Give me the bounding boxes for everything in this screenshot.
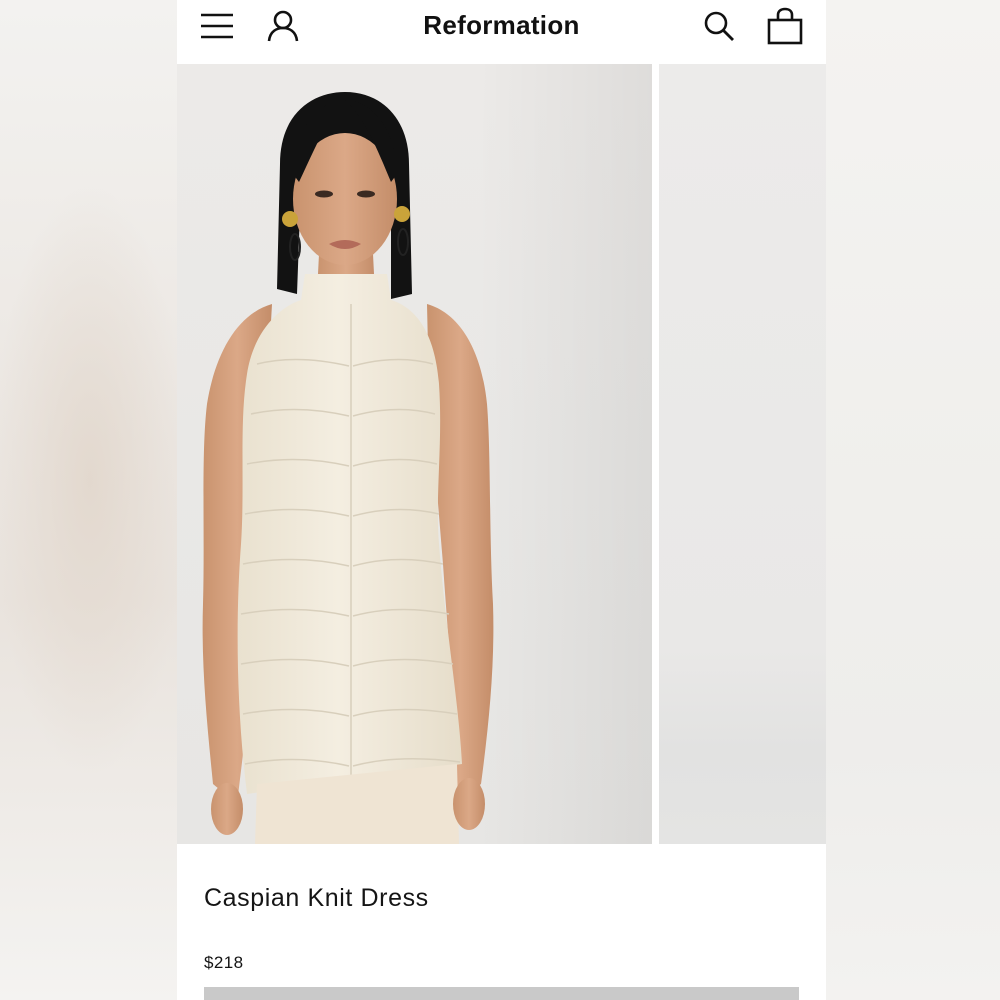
search-icon[interactable] bbox=[697, 6, 741, 46]
bag-icon[interactable] bbox=[763, 6, 807, 46]
top-navigation-bar: Reformation bbox=[177, 0, 826, 62]
right-backdrop bbox=[826, 0, 1000, 1000]
product-price: $218 bbox=[204, 953, 244, 970]
add-to-bag-button[interactable] bbox=[204, 987, 799, 1000]
product-photo[interactable] bbox=[177, 64, 652, 844]
next-product-photo[interactable] bbox=[659, 64, 826, 844]
product-title: Caspian Knit Dress bbox=[204, 884, 429, 912]
mobile-screen: Reformation Caspian Knit Dress $218 bbox=[177, 0, 826, 1000]
left-backdrop bbox=[0, 0, 178, 1000]
account-icon[interactable] bbox=[261, 6, 305, 46]
product-image-carousel[interactable] bbox=[177, 64, 826, 844]
menu-icon[interactable] bbox=[195, 6, 239, 46]
product-info: Caspian Knit Dress $218 bbox=[177, 844, 826, 1000]
model-figure-illustration bbox=[202, 64, 652, 844]
